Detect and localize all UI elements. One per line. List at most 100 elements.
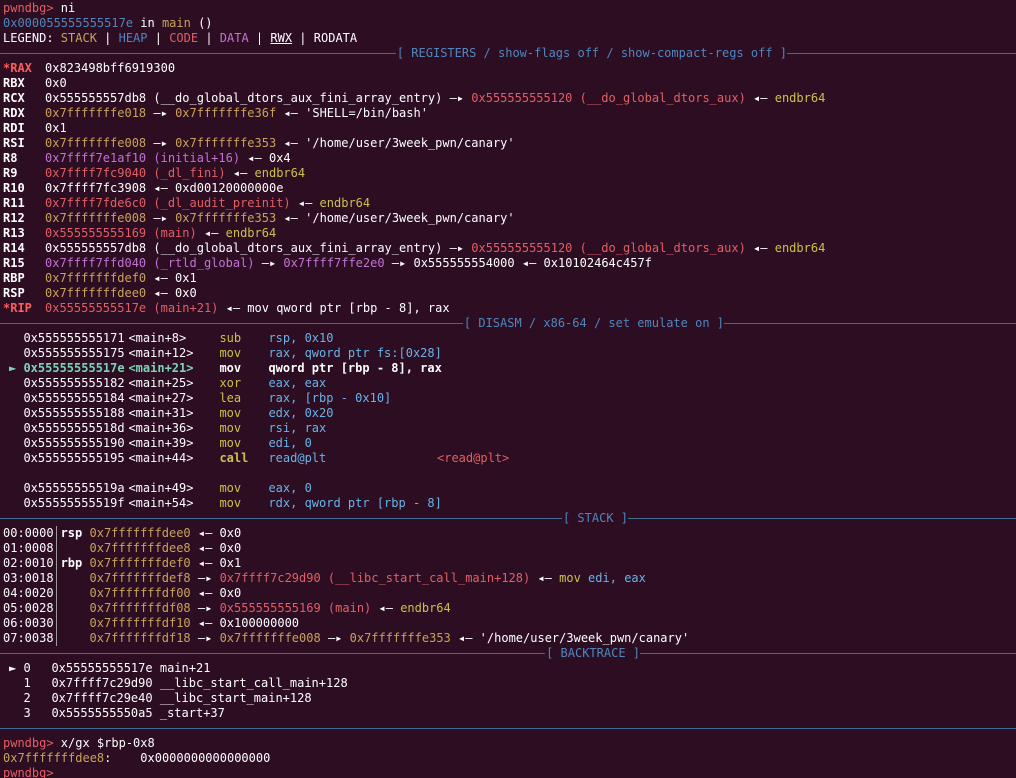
location-line: 0x000055555555517e in main () xyxy=(0,16,1016,31)
backtrace-symbol: _start+37 xyxy=(159,706,225,720)
disasm-row: 0x555555555182 <main+25> xor eax, eax xyxy=(0,376,1016,391)
disasm-symbol: <main+36> xyxy=(128,421,194,435)
disasm-opcode: mov xyxy=(219,436,242,450)
stack-register xyxy=(61,541,83,555)
prompt-line-ni: pwndbg> ni xyxy=(0,1,1016,16)
disasm-row: 0x555555555195 <main+44> call read@plt <read… xyxy=(0,451,1016,466)
backtrace-row: 3 0x5555555550a5 _start+37 xyxy=(0,706,1016,721)
disasm-marker: ► xyxy=(9,361,24,375)
stack-row: 02:0010 rbp 0x7fffffffdef0 ◂— 0x1 xyxy=(0,556,1016,571)
disasm-opcode: xor xyxy=(219,376,242,390)
stack-value-part: 0x7ffff7c29d90 (__libc_start_call_main+1… xyxy=(219,571,531,585)
register-name: R15 xyxy=(3,256,25,270)
disasm-symbol: <main+27> xyxy=(128,391,194,405)
stack-offset: 07:0038 xyxy=(3,631,54,645)
location-address: 0x000055555555517e xyxy=(3,16,134,30)
disasm-separator: [ DISASM / x86-64 / set emulate on ] xyxy=(0,316,1016,331)
register-row: RSI 0x7fffffffe008 —▸ 0x7fffffffe353 ◂— '… xyxy=(0,136,1016,151)
legend-pipe: | xyxy=(198,31,220,45)
stack-address: 0x7fffffffdee0 xyxy=(89,526,191,540)
disasm-opcode: mov xyxy=(219,496,242,510)
disasm-address: 0x55555555518d xyxy=(23,421,125,435)
prompt-line-xgx: pwndbg> x/gx $rbp-0x8 xyxy=(0,736,1016,751)
disasm-symbol: <main+21> xyxy=(128,361,194,375)
register-value-part: —▸ xyxy=(146,136,176,150)
legend-line: LEGEND: STACK | HEAP | CODE | DATA | RWX… xyxy=(0,31,1016,46)
register-value-part: 0x7fffffffe353 xyxy=(175,211,277,225)
disasm-address: 0x55555555519f xyxy=(23,496,125,510)
disasm-address: 0x55555555517e xyxy=(23,361,125,375)
disasm-operands: edx, 0x20 xyxy=(268,406,334,420)
stack-register xyxy=(61,616,83,630)
stack-value-part: 0x7fffffffe353 xyxy=(349,631,451,645)
stack-value-part: 0x555555555169 (main) xyxy=(219,601,372,615)
stack-divider xyxy=(55,586,57,601)
disasm-symbol: <main+8> xyxy=(128,331,187,345)
disasm-marker xyxy=(9,481,23,495)
stack-register xyxy=(61,601,83,615)
register-value-part: 0x7ffff7fc3908 ◂— 0xd00120000000e xyxy=(45,181,284,195)
stack-value-part: eax xyxy=(624,571,646,585)
disasm-operands: edi, 0 xyxy=(268,436,312,450)
stack-offset: 03:0018 xyxy=(3,571,54,585)
disasm-operands: eax, 0 xyxy=(268,481,312,495)
register-value-part: ◂— 0x4 xyxy=(240,151,291,165)
stack-offset: 00:0000 xyxy=(3,526,54,540)
terminal-window[interactable]: pwndbg> ni 0x000055555555517e in main ()… xyxy=(0,0,1016,778)
backtrace-marker: ► xyxy=(9,661,24,675)
disasm-marker xyxy=(9,331,23,345)
prompt-line-empty[interactable]: pwndbg> xyxy=(0,766,1016,778)
stack-register xyxy=(61,586,83,600)
prompt-label: pwndbg> xyxy=(3,766,54,778)
register-value-part: endbr64 xyxy=(774,241,826,255)
disasm-operands: rdx, qword ptr [rbp - 8] xyxy=(268,496,442,510)
register-name: R11 xyxy=(3,196,25,210)
backtrace-index: 2 xyxy=(23,691,31,705)
stack-offset: 06:0030 xyxy=(3,616,54,630)
stack-register: rsp xyxy=(60,526,83,540)
disasm-address: 0x555555555175 xyxy=(23,346,125,360)
register-name: RBP xyxy=(3,271,25,285)
register-value-part: 0x7ffff7fde6c0 (_dl_audit_preinit) xyxy=(45,196,291,210)
backtrace-row: ► 0 0x55555555517e main+21 xyxy=(0,661,1016,676)
register-row: RDI 0x1 xyxy=(0,121,1016,136)
backtrace-index: 1 xyxy=(23,676,31,690)
register-value-part: 0x7ffff7e1af10 (initial+16) xyxy=(45,151,241,165)
register-row: *RAX 0x823498bff6919300 xyxy=(0,61,1016,76)
legend-stack: STACK xyxy=(60,31,97,45)
disasm-opcode: mov xyxy=(219,481,242,495)
register-row: R14 0x555555557db8 (__do_global_dtors_aux… xyxy=(0,241,1016,256)
disasm-row xyxy=(0,466,1016,481)
backtrace-address: 0x55555555517e xyxy=(51,661,153,675)
register-value-part: —▸ xyxy=(146,106,176,120)
disasm-row: 0x555555555190 <main+39> mov edi, 0 xyxy=(0,436,1016,451)
location-parens: () xyxy=(190,16,213,30)
register-row: RSP 0x7fffffffdee0 ◂— 0x0 xyxy=(0,286,1016,301)
register-value-part: ◂— xyxy=(225,166,255,180)
register-value-part: 0x823498bff6919300 xyxy=(45,61,176,75)
disasm-opcode: lea xyxy=(219,391,242,405)
register-value-part: 0x7fffffffe018 xyxy=(45,106,147,120)
backtrace-panel: ► 0 0x55555555517e main+21 1 0x7ffff7c29d9… xyxy=(0,661,1016,721)
disasm-address: 0x555555555182 xyxy=(23,376,125,390)
stack-gap xyxy=(82,556,89,570)
register-value-part: endbr64 xyxy=(225,226,277,240)
backtrace-address: 0x7ffff7c29d90 xyxy=(51,676,153,690)
stack-value-part: ◂— xyxy=(371,601,401,615)
stack-panel: 00:0000 rsp 0x7fffffffdee0 ◂— 0x0 01:0008 … xyxy=(0,526,1016,646)
backtrace-marker xyxy=(9,691,23,705)
register-name: *RIP xyxy=(3,301,32,315)
stack-divider xyxy=(55,571,57,586)
stack-address: 0x7fffffffdf08 xyxy=(89,601,191,615)
registers-separator: [ REGISTERS / show-flags off / show-comp… xyxy=(0,46,1016,61)
register-row: R11 0x7ffff7fde6c0 (_dl_audit_preinit) ◂—… xyxy=(0,196,1016,211)
location-function: main xyxy=(161,16,191,30)
disasm-address: 0x555555555184 xyxy=(23,391,125,405)
stack-value-part: ◂— 0x0 xyxy=(190,526,242,540)
stack-gap xyxy=(82,586,89,600)
stack-offset: 04:0020 xyxy=(3,586,54,600)
stack-register xyxy=(61,571,83,585)
register-name: RSP xyxy=(3,286,25,300)
register-row: R13 0x555555555169 (main) ◂— endbr64 xyxy=(0,226,1016,241)
disasm-marker xyxy=(9,421,23,435)
